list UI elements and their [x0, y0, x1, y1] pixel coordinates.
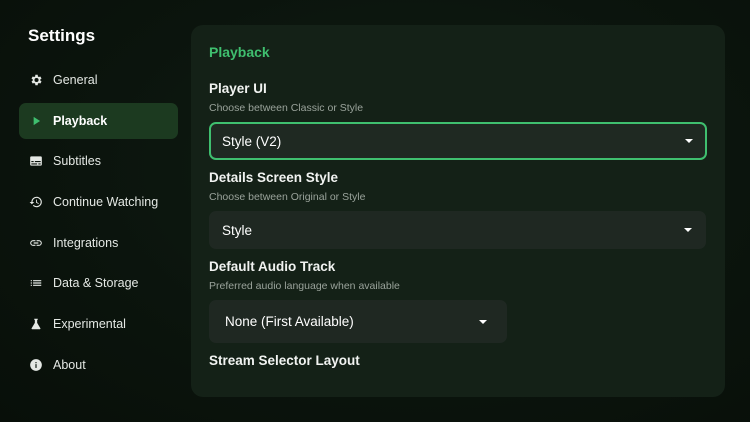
section-title: Playback — [209, 44, 270, 60]
player-ui-select[interactable]: Style (V2) — [209, 122, 707, 160]
sidebar: General Playback Subtitles Continue Watc… — [19, 62, 178, 388]
setting-description: Choose between Original or Style — [209, 191, 366, 203]
select-value: Style (V2) — [222, 133, 282, 149]
select-value: None (First Available) — [225, 314, 354, 329]
flask-icon — [28, 316, 44, 332]
gear-icon — [28, 72, 44, 88]
chevron-down-icon — [479, 319, 487, 324]
setting-title: Details Screen Style — [209, 170, 339, 185]
list-icon — [28, 275, 44, 291]
default-audio-track-select[interactable]: None (First Available) — [209, 300, 507, 343]
setting-title: Player UI — [209, 81, 267, 96]
sidebar-item-label: About — [53, 357, 86, 372]
sidebar-item-label: Subtitles — [53, 154, 101, 169]
sidebar-item-label: Playback — [53, 113, 108, 128]
sidebar-item-experimental[interactable]: Experimental — [19, 306, 178, 342]
sidebar-item-general[interactable]: General — [19, 62, 178, 98]
sidebar-item-label: Continue Watching — [53, 195, 159, 210]
details-screen-style-setting: Details Screen Style Choose between Orig… — [209, 170, 365, 203]
setting-description: Choose between Classic or Style — [209, 102, 364, 114]
details-screen-style-select[interactable]: Style — [209, 211, 706, 249]
sidebar-item-integrations[interactable]: Integrations — [19, 225, 178, 261]
link-icon — [28, 235, 44, 251]
sidebar-item-label: Integrations — [53, 235, 119, 250]
chevron-down-icon — [684, 228, 692, 232]
sidebar-item-subtitles[interactable]: Subtitles — [19, 143, 178, 179]
sidebar-item-label: General — [53, 73, 98, 87]
default-audio-track-setting: Default Audio Track Preferred audio lang… — [209, 259, 400, 292]
play-icon — [28, 113, 44, 129]
chevron-down-icon — [685, 139, 693, 143]
sidebar-item-playback[interactable]: Playback — [19, 102, 178, 139]
info-icon — [28, 357, 44, 373]
settings-panel: Playback Player UI Choose between Classi… — [191, 25, 725, 397]
sidebar-item-data-storage[interactable]: Data & Storage — [19, 265, 178, 301]
sidebar-item-label: Experimental — [53, 317, 126, 332]
stream-selector-layout-setting: Stream Selector Layout — [209, 353, 360, 368]
sidebar-item-continue-watching[interactable]: Continue Watching — [19, 184, 178, 220]
subtitles-icon — [28, 153, 44, 169]
app-title: Settings — [28, 26, 96, 45]
history-icon — [28, 194, 44, 210]
player-ui-setting: Player UI Choose between Classic or Styl… — [209, 81, 363, 114]
setting-title: Stream Selector Layout — [209, 353, 360, 368]
setting-title: Default Audio Track — [209, 259, 336, 274]
select-value: Style — [222, 222, 253, 238]
setting-description: Preferred audio language when available — [209, 280, 400, 292]
sidebar-item-about[interactable]: About — [19, 347, 178, 383]
sidebar-item-label: Data & Storage — [53, 276, 139, 291]
